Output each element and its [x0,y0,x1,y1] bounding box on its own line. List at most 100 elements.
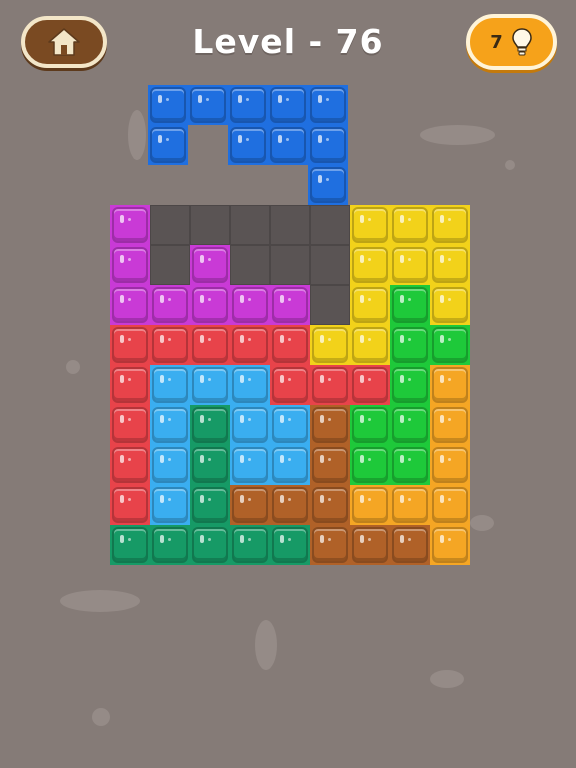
empty-cell[interactable] [310,285,350,325]
piece-cell-red[interactable] [350,365,390,405]
piece-cell-lightblue[interactable] [230,445,270,485]
floating-piece-cell[interactable] [268,85,308,125]
floating-piece-cell[interactable] [308,85,348,125]
piece-cell-lightblue[interactable] [150,405,190,445]
piece-cell-darkgreen[interactable] [190,445,230,485]
floating-piece-cell[interactable] [268,125,308,165]
piece-cell-yellow[interactable] [310,325,350,365]
piece-cell-darkgreen[interactable] [270,525,310,565]
piece-cell-lightblue[interactable] [150,485,190,525]
jelly-tile [392,327,428,363]
piece-cell-lightblue[interactable] [270,405,310,445]
piece-cell-orange[interactable] [430,365,470,405]
jelly-tile [232,407,268,443]
floating-piece-cell[interactable] [228,125,268,165]
piece-cell-orange[interactable] [390,485,430,525]
piece-cell-purple[interactable] [190,245,230,285]
piece-cell-orange[interactable] [430,525,470,565]
empty-cell[interactable] [310,205,350,245]
floating-piece-cell[interactable] [228,85,268,125]
floating-piece-cell[interactable] [308,165,348,205]
piece-cell-purple[interactable] [230,285,270,325]
piece-cell-darkgreen[interactable] [190,405,230,445]
piece-cell-red[interactable] [110,365,150,405]
jelly-tile [150,87,186,123]
jelly-tile [432,247,468,283]
piece-cell-orange[interactable] [430,485,470,525]
floating-piece-cell[interactable] [188,85,228,125]
floating-piece-cell[interactable] [148,85,188,125]
piece-cell-yellow[interactable] [350,205,390,245]
piece-cell-red[interactable] [150,325,190,365]
piece-cell-green[interactable] [390,285,430,325]
piece-cell-brown[interactable] [310,445,350,485]
piece-cell-yellow[interactable] [390,245,430,285]
piece-cell-purple[interactable] [150,285,190,325]
empty-cell[interactable] [270,245,310,285]
piece-cell-lightblue[interactable] [270,445,310,485]
piece-cell-yellow[interactable] [430,205,470,245]
floating-piece-cell[interactable] [308,125,348,165]
piece-cell-red[interactable] [190,325,230,365]
piece-cell-red[interactable] [270,365,310,405]
piece-cell-orange[interactable] [430,445,470,485]
piece-cell-purple[interactable] [270,285,310,325]
piece-cell-yellow[interactable] [350,285,390,325]
piece-cell-purple[interactable] [110,285,150,325]
empty-cell[interactable] [230,205,270,245]
empty-cell[interactable] [150,245,190,285]
piece-cell-yellow[interactable] [430,245,470,285]
piece-cell-darkgreen[interactable] [230,525,270,565]
piece-cell-yellow[interactable] [350,325,390,365]
piece-cell-brown[interactable] [310,485,350,525]
piece-cell-red[interactable] [230,325,270,365]
piece-cell-purple[interactable] [190,285,230,325]
piece-cell-yellow[interactable] [390,205,430,245]
piece-cell-orange[interactable] [350,485,390,525]
piece-cell-darkgreen[interactable] [190,525,230,565]
piece-cell-red[interactable] [110,485,150,525]
piece-cell-brown[interactable] [230,485,270,525]
piece-cell-yellow[interactable] [430,285,470,325]
empty-cell[interactable] [150,205,190,245]
piece-cell-brown[interactable] [310,405,350,445]
background-spot [66,360,80,374]
piece-cell-red[interactable] [110,405,150,445]
empty-cell[interactable] [190,205,230,245]
jelly-tile [392,447,428,483]
empty-cell[interactable] [230,245,270,285]
piece-cell-purple[interactable] [110,205,150,245]
piece-cell-green[interactable] [350,405,390,445]
piece-cell-yellow[interactable] [350,245,390,285]
piece-cell-brown[interactable] [390,525,430,565]
piece-cell-lightblue[interactable] [230,365,270,405]
piece-cell-green[interactable] [390,365,430,405]
piece-cell-darkgreen[interactable] [190,485,230,525]
piece-cell-green[interactable] [350,445,390,485]
piece-cell-lightblue[interactable] [150,365,190,405]
piece-cell-green[interactable] [390,405,430,445]
piece-cell-red[interactable] [110,325,150,365]
piece-cell-green[interactable] [390,445,430,485]
piece-cell-purple[interactable] [110,245,150,285]
piece-cell-brown[interactable] [310,525,350,565]
piece-cell-lightblue[interactable] [150,445,190,485]
piece-cell-red[interactable] [110,445,150,485]
piece-cell-darkgreen[interactable] [110,525,150,565]
hint-button[interactable]: 7 [466,14,557,70]
piece-cell-lightblue[interactable] [230,405,270,445]
piece-cell-lightblue[interactable] [190,365,230,405]
empty-cell[interactable] [310,245,350,285]
piece-cell-orange[interactable] [430,405,470,445]
piece-cell-brown[interactable] [270,485,310,525]
piece-cell-brown[interactable] [350,525,390,565]
piece-cell-darkgreen[interactable] [150,525,190,565]
piece-cell-red[interactable] [310,365,350,405]
piece-cell-green[interactable] [430,325,470,365]
piece-cell-red[interactable] [270,325,310,365]
piece-cell-green[interactable] [390,325,430,365]
empty-cell[interactable] [270,205,310,245]
jelly-tile [352,367,388,403]
jelly-tile [432,487,468,523]
floating-piece-cell[interactable] [148,125,188,165]
